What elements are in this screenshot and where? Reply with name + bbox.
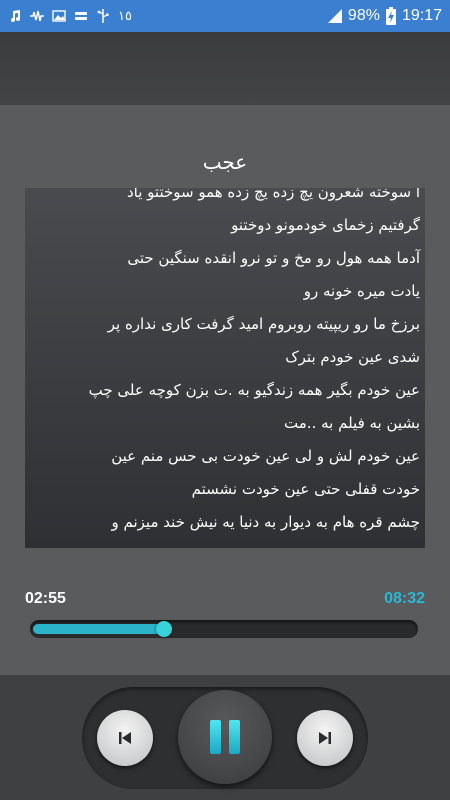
waveform-icon <box>30 10 44 22</box>
next-button[interactable] <box>297 710 353 766</box>
lyric-line: چشم قره هام به دیوار به دنیا یه نیش خند … <box>111 513 420 531</box>
lyrics-panel[interactable]: ا سوخته شعرون یچ زده یچ زده همو سوختتو ی… <box>25 188 425 548</box>
lyric-line: شدی عین خودم بترک <box>285 348 420 366</box>
lyric-line: خودت قفلی حتی عین خودت نشستم <box>191 480 420 498</box>
seek-bar[interactable] <box>30 617 418 641</box>
song-title: عجب <box>202 150 248 174</box>
signal-icon <box>327 9 342 23</box>
clock: 19:17 <box>401 7 442 24</box>
lyric-line: گرفتیم زخمای خودمونو دوختنو <box>231 216 420 234</box>
battery-percent: 98% <box>347 7 380 24</box>
status-right: 98% 19:17 <box>327 7 450 25</box>
current-time: 02:55 <box>25 590 66 607</box>
previous-button[interactable] <box>97 710 153 766</box>
lyric-line: یادت میره خونه رو <box>303 282 420 300</box>
toolbar <box>0 32 450 105</box>
sync-icon <box>75 12 87 20</box>
next-icon <box>319 732 331 744</box>
lyric-line: عین خودم لش و لی عین خودت بی حس منم عین <box>111 447 420 465</box>
total-time: 08:32 <box>384 590 425 607</box>
status-bar: ١٥ 98% 19:17 <box>0 0 450 32</box>
previous-icon <box>119 732 131 744</box>
usb-icon <box>97 9 109 23</box>
pause-icon <box>210 720 240 754</box>
status-left: ١٥ <box>0 8 132 24</box>
notification-count: ١٥ <box>118 8 132 23</box>
pause-button[interactable] <box>178 690 272 784</box>
seek-progress <box>33 624 164 634</box>
lyrics-text: ا سوخته شعرون یچ زده یچ زده همو سوختتو ی… <box>25 188 425 539</box>
lyric-line: بشین به فیلم به ..مت <box>284 414 420 432</box>
charging-battery-icon <box>385 7 396 25</box>
music-note-icon <box>11 10 20 22</box>
lyric-line: ا سوخته شعرون یچ زده یچ زده همو سوختتو ی… <box>126 188 420 201</box>
lyric-line: عین خودم بگیر همه زندگیو به .ت بزن کوچه … <box>88 381 420 399</box>
image-icon <box>52 10 66 22</box>
lyric-line: آدما همه هول رو مخ و تو نرو انقده سنگین … <box>127 249 420 267</box>
seek-thumb[interactable] <box>156 621 172 637</box>
lyric-line: برزخ ما رو ریپیته روبروم امید گرفت کاری … <box>107 315 420 333</box>
